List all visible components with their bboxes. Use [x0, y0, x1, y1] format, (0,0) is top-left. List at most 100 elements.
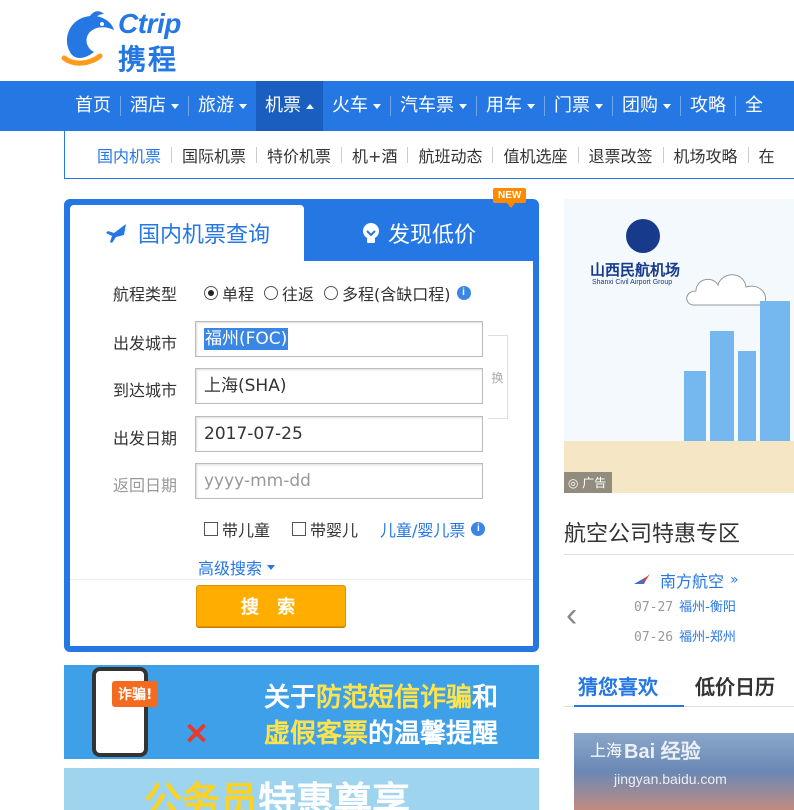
ctrip-logo[interactable]: Ctrip 携程 — [60, 8, 220, 76]
tab-domestic-search[interactable]: 国内机票查询 — [70, 205, 304, 261]
watermark-url: jingyan.baidu.com — [614, 771, 727, 787]
checkbox-label: 带婴儿 — [310, 521, 359, 540]
double-chevron-right-icon: » — [730, 572, 739, 588]
swap-cities-button[interactable]: 换 — [488, 335, 508, 419]
subnav-flight-hotel[interactable]: 机+酒 — [342, 143, 407, 167]
nav-item-group-buy[interactable]: 团购 — [613, 81, 680, 131]
passenger-options: 带儿童 带婴儿 儿童/婴儿票 i — [204, 517, 486, 541]
nav-item-guides[interactable]: 攻略 — [681, 81, 735, 131]
building-illustration — [760, 301, 790, 441]
nav-item-bus[interactable]: 汽车票 — [391, 81, 476, 131]
nav-label: 火车 — [332, 95, 368, 116]
nav-label: 全 — [745, 95, 763, 116]
subnav-intl-flights[interactable]: 国际机票 — [172, 143, 256, 167]
search-button[interactable]: 搜 索 — [196, 585, 346, 627]
watermark: Bai 经验 — [624, 741, 701, 763]
deal-route[interactable]: 07-27 福州-衡阳 — [634, 596, 736, 615]
section-divider — [564, 554, 794, 555]
trip-option-oneway[interactable]: 单程 — [204, 281, 254, 305]
caret-down-icon — [595, 103, 603, 109]
depart-city-input[interactable]: 福州(FOC) — [195, 321, 483, 357]
route-date: 07-26 — [634, 630, 674, 645]
building-illustration — [738, 351, 756, 441]
subnav-flight-status[interactable]: 航班动态 — [408, 143, 492, 167]
tab-guess-you-like[interactable]: 猜您喜欢 — [578, 671, 658, 700]
dolphin-icon — [61, 11, 114, 66]
caret-down-icon — [267, 564, 276, 570]
with-child-checkbox[interactable]: 带儿童 — [204, 517, 270, 541]
depart-city-value: 福州(FOC) — [204, 328, 289, 350]
advanced-search-toggle[interactable]: 高级搜索 — [198, 555, 276, 579]
swap-label: 换 — [491, 370, 504, 385]
airline-link[interactable]: 南方航空 » — [634, 568, 739, 592]
route-name: 福州-衡阳 — [679, 600, 736, 615]
route-date: 07-27 — [634, 600, 674, 615]
nav-item-car[interactable]: 用车 — [477, 81, 544, 131]
flight-search-panel: 国内机票查询 发现低价 NEW 航程类型 单程 往返 多程(含缺口程) i 出发城… — [64, 188, 539, 652]
with-infant-checkbox[interactable]: 带婴儿 — [292, 517, 358, 541]
caret-down-icon — [663, 103, 671, 109]
radio-icon — [264, 286, 279, 300]
banner-line-1: 关于防范短信诈骗和 — [264, 677, 498, 714]
tab-label: 国内机票查询 — [138, 223, 271, 248]
chevron-left-icon[interactable]: ‹ — [566, 596, 577, 635]
banner-highlight: 虚假客票 — [264, 719, 369, 749]
nav-item-flights[interactable]: 机票 — [256, 81, 323, 131]
airplane-icon — [106, 224, 126, 243]
route-name: 福州-郑州 — [679, 630, 736, 645]
caret-down-icon — [239, 103, 247, 109]
tab-low-price-calendar[interactable]: 低价日历 — [695, 671, 775, 700]
radio-label: 多程(含缺口程) — [342, 285, 451, 304]
trip-option-roundtrip[interactable]: 往返 — [264, 281, 314, 305]
nav-label: 酒店 — [130, 95, 166, 116]
checkbox-icon — [292, 522, 307, 536]
depart-city-label: 出发城市 — [113, 334, 178, 353]
nav-item-more[interactable]: 全 — [736, 81, 772, 131]
nav-item-home[interactable]: 首页 — [66, 81, 120, 131]
recommendation-tabs: 猜您喜欢 低价日历 — [564, 665, 794, 713]
radio-checked-icon — [204, 286, 218, 300]
fraud-warning-banner[interactable]: 诈骗! ✕ 关于防范短信诈骗和 虚假客票的温馨提醒 — [64, 665, 539, 759]
banner-text: 和 — [472, 683, 499, 713]
brand-name-cn: 携程 — [118, 43, 179, 76]
advanced-search-label: 高级搜索 — [198, 559, 263, 578]
nav-item-hotel[interactable]: 酒店 — [121, 81, 188, 131]
nav-item-tickets[interactable]: 门票 — [545, 81, 612, 131]
city-card-shanghai[interactable]: 上海 Bai 经验 jingyan.baidu.com — [574, 733, 794, 810]
depart-date-input[interactable]: 2017-07-25 — [195, 416, 483, 452]
nav-item-train[interactable]: 火车 — [323, 81, 390, 131]
depart-date-label: 出发日期 — [113, 429, 178, 448]
banner-text: 的温馨提醒 — [368, 719, 499, 749]
info-icon[interactable]: i — [456, 286, 471, 300]
airport-ad[interactable]: 山西民航机场 Shanxi Civil Airport Group ◎ 广告 — [564, 199, 794, 493]
subnav-special-fares[interactable]: 特价机票 — [257, 143, 341, 167]
caret-up-icon — [306, 103, 314, 109]
tab-find-low-price[interactable]: 发现低价 — [360, 217, 476, 249]
china-southern-logo-icon — [634, 574, 650, 584]
city-label: 上海 — [590, 741, 623, 760]
civil-servant-banner[interactable]: 公务员特惠尊享 — [64, 768, 539, 810]
ad-tag: ◎ 广告 — [564, 472, 613, 493]
return-date-input[interactable]: yyyy-mm-dd — [195, 463, 483, 499]
subnav-domestic-flights[interactable]: 国内机票 — [87, 143, 171, 167]
subnav-checkin[interactable]: 值机选座 — [493, 143, 577, 167]
caret-down-icon — [459, 103, 467, 109]
nav-label: 用车 — [486, 95, 522, 116]
subnav-refund[interactable]: 退票改签 — [579, 143, 663, 167]
tab-pointer — [620, 707, 632, 713]
info-icon[interactable]: i — [471, 522, 486, 536]
nav-item-travel[interactable]: 旅游 — [189, 81, 256, 131]
subnav-airport-guide[interactable]: 机场攻略 — [664, 143, 748, 167]
nav-label: 旅游 — [198, 95, 234, 116]
child-infant-ticket-link[interactable]: 儿童/婴儿票 — [380, 517, 465, 541]
sub-nav: 国内机票 国际机票 特价机票 机+酒 航班动态 值机选座 退票改签 机场攻略 在 — [64, 131, 794, 179]
banner-highlight: 防范短信诈骗 — [316, 683, 473, 713]
radio-icon — [324, 286, 339, 300]
trip-option-multicity[interactable]: 多程(含缺口程) i — [324, 281, 471, 305]
nav-label: 团购 — [622, 95, 658, 116]
deal-route[interactable]: 07-26 福州-郑州 — [634, 626, 736, 645]
arrive-city-input[interactable]: 上海(SHA) — [195, 368, 483, 404]
arrive-city-label: 到达城市 — [113, 381, 178, 400]
fraud-badge: 诈骗! — [112, 681, 159, 707]
subnav-more[interactable]: 在 — [749, 143, 785, 167]
